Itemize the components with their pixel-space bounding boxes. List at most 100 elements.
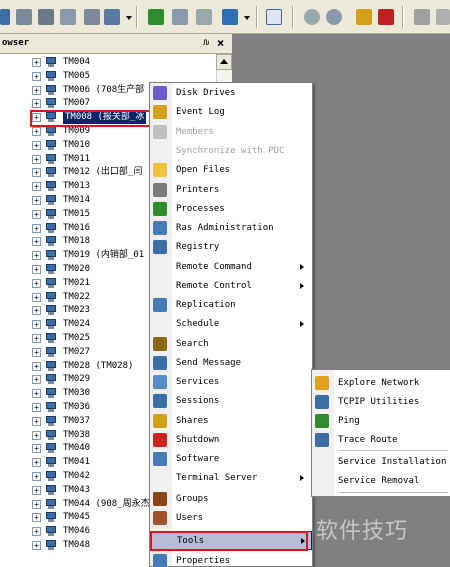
close-icon[interactable]: × (217, 36, 224, 50)
expand-icon[interactable]: + (32, 334, 41, 343)
menu-item-event-log[interactable]: Event Log (150, 103, 312, 122)
key-icon[interactable] (356, 9, 372, 25)
expand-icon[interactable]: + (32, 485, 41, 495)
dropdown-arrow-icon[interactable] (126, 16, 132, 20)
expand-icon[interactable]: + (32, 430, 41, 440)
expand-icon[interactable]: + (32, 527, 41, 537)
menu-item-ras-administration[interactable]: Ras Administration (150, 219, 312, 238)
toolbar-separator (292, 6, 294, 28)
expand-icon[interactable]: + (32, 403, 41, 412)
expand-icon[interactable]: + (32, 251, 41, 261)
expand-icon[interactable]: + (32, 416, 41, 426)
computer-icon (45, 98, 57, 109)
tool-icon-2[interactable] (38, 9, 54, 25)
tree-node[interactable]: + TM005 (30, 70, 216, 83)
dropdown-arrow-icon[interactable] (244, 16, 250, 20)
expand-icon[interactable]: + (32, 71, 41, 81)
expand-icon[interactable]: + (32, 513, 41, 523)
menu-item-send-message[interactable]: Send Message (150, 354, 312, 373)
expand-icon[interactable]: + (32, 223, 41, 233)
expand-icon[interactable]: + (32, 127, 41, 136)
submenu-item-service-removal[interactable]: Service Removal (312, 472, 450, 491)
expand-icon[interactable]: + (32, 140, 41, 150)
tree-node[interactable]: + TM004 (30, 56, 216, 69)
tool-icon-4[interactable] (84, 9, 100, 25)
menu-item-users[interactable]: Users (150, 509, 312, 528)
submenu-item-service-installation[interactable]: Service Installation (312, 453, 450, 472)
menu-item-label: Synchronize with PDC (176, 146, 285, 156)
expand-icon[interactable]: + (32, 320, 41, 330)
submenu-item-trace-route[interactable]: Trace Route (312, 431, 450, 450)
expand-icon[interactable]: + (32, 444, 41, 454)
menu-item-schedule[interactable]: Schedule (150, 315, 312, 334)
expand-icon[interactable]: + (32, 85, 41, 95)
computer-icon (45, 526, 57, 537)
menu-item-disk-drives[interactable]: Disk Drives (150, 84, 312, 103)
stop-icon[interactable] (304, 9, 320, 25)
expand-icon[interactable]: + (32, 472, 41, 481)
menu-item-printers[interactable]: Printers (150, 181, 312, 200)
menu-item-label: Event Log (176, 107, 225, 117)
expand-icon[interactable]: + (32, 196, 41, 205)
menu-item-services[interactable]: Services (150, 373, 312, 392)
submenu-item-ping[interactable]: Ping (312, 412, 450, 431)
expand-icon[interactable]: + (32, 541, 41, 550)
menu-item-registry[interactable]: Registry (150, 238, 312, 257)
expand-icon[interactable]: + (32, 389, 41, 399)
edit-computer-icon[interactable] (172, 9, 188, 25)
submenu-item-explore-network[interactable]: Explore Network (312, 374, 450, 393)
menu-item-remote-command[interactable]: Remote Command (150, 258, 312, 277)
expand-icon[interactable]: + (32, 58, 41, 67)
expand-icon[interactable]: + (32, 458, 41, 468)
tree-node-label: TM036 (63, 402, 91, 412)
expand-icon[interactable]: + (32, 292, 41, 302)
menu-item-label: Remote Command (176, 262, 252, 272)
scroll-up-button[interactable] (216, 54, 232, 70)
menu-item-shutdown[interactable]: Shutdown (150, 431, 312, 450)
tree-node-label: TM027 (63, 346, 91, 357)
remove-computer-icon[interactable] (196, 9, 212, 25)
tool-icon-3[interactable] (60, 9, 76, 25)
menu-item-label: Software (176, 454, 220, 464)
menu-item-replication[interactable]: Replication (150, 296, 312, 315)
expand-icon[interactable]: + (32, 154, 41, 164)
expand-icon[interactable]: + (32, 375, 41, 385)
expand-icon[interactable]: + (32, 361, 41, 371)
back-icon[interactable] (0, 9, 10, 25)
groups-icon (153, 492, 167, 506)
menu-item-open-files[interactable]: Open Files (150, 161, 312, 180)
expand-icon[interactable]: + (32, 347, 41, 357)
expand-icon[interactable]: + (32, 168, 41, 178)
users-icon (153, 511, 167, 525)
menu-item-shares[interactable]: Shares (150, 412, 312, 431)
menu-item-remote-control[interactable]: Remote Control (150, 277, 312, 296)
expand-icon[interactable]: + (32, 265, 41, 274)
tool-icon-1[interactable] (16, 9, 32, 25)
menu-item-terminal-server[interactable]: Terminal Server (150, 469, 312, 488)
menu-item-processes[interactable]: Processes (150, 200, 312, 219)
menu-item-groups[interactable]: Groups (150, 490, 312, 509)
menu-item-label: Search (176, 339, 209, 349)
expand-icon[interactable]: + (32, 182, 41, 192)
grid-icon[interactable] (266, 9, 282, 25)
menu-item-properties[interactable]: Properties (150, 552, 312, 567)
delete-icon[interactable] (378, 9, 394, 25)
pin-icon[interactable]: ԉ (203, 37, 209, 49)
toolbar-separator (402, 6, 404, 28)
refresh-icon[interactable] (326, 9, 342, 25)
expand-icon[interactable]: + (32, 499, 41, 509)
menu-item-sessions[interactable]: Sessions (150, 392, 312, 411)
add-computer-icon[interactable] (148, 9, 164, 25)
expand-icon[interactable]: + (32, 278, 41, 288)
expand-icon[interactable]: + (32, 237, 41, 247)
expand-icon[interactable]: + (32, 99, 41, 109)
user-icon[interactable] (104, 9, 120, 25)
menu-item-software[interactable]: Software (150, 450, 312, 469)
print-icon[interactable] (414, 9, 430, 25)
refresh-computer-icon[interactable] (222, 9, 238, 25)
expand-icon[interactable]: + (32, 306, 41, 316)
expand-icon[interactable]: + (32, 209, 41, 219)
print-preview-icon[interactable] (436, 9, 450, 25)
submenu-item-tcpip-utilities[interactable]: TCPIP Utilities (312, 393, 450, 412)
menu-item-search[interactable]: Search (150, 335, 312, 354)
